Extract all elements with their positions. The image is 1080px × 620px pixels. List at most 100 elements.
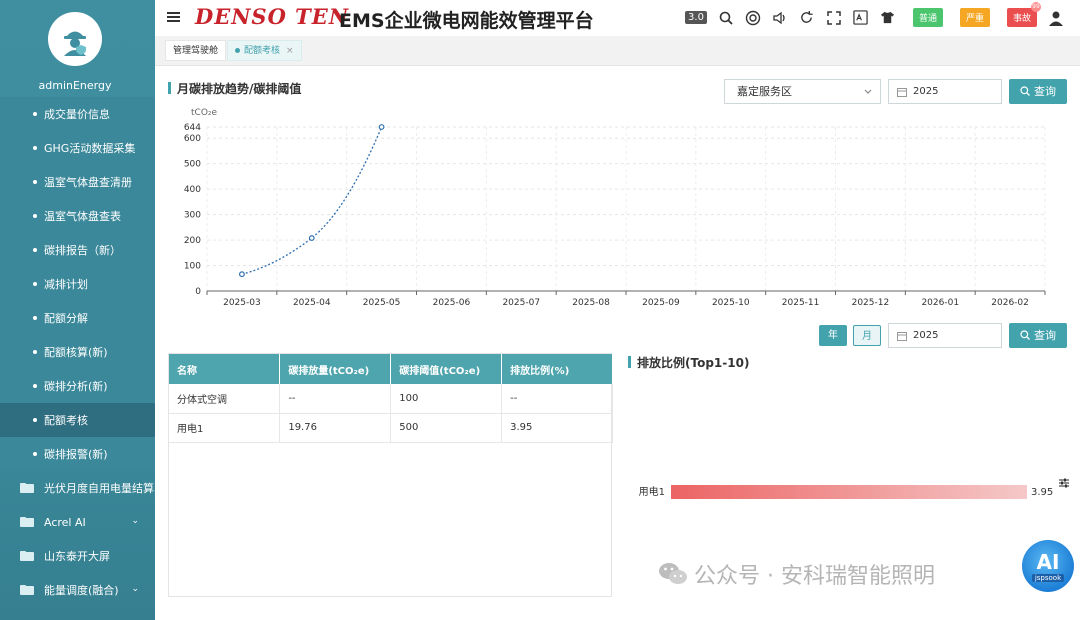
- table-row[interactable]: 分体式空调 -- 100 --: [169, 384, 613, 414]
- ratio-query-button[interactable]: 查询: [1009, 323, 1067, 348]
- tab-dashboard[interactable]: 管理驾驶舱: [165, 40, 227, 61]
- sidebar-item-carbon-alarm[interactable]: 碳排报警(新): [0, 437, 155, 471]
- alarm-accident-badge[interactable]: 事故 99: [1006, 2, 1041, 27]
- search-icon: [1020, 330, 1030, 340]
- watermark: 公众号 · 安科瑞智能照明: [658, 558, 935, 590]
- sidebar-group-label: 能量调度(融合): [44, 584, 119, 597]
- user-icon[interactable]: [1048, 10, 1064, 26]
- watermark-text: 公众号 · 安科瑞智能照明: [694, 564, 935, 589]
- alarm-accident-label: 事故: [1012, 14, 1031, 24]
- table-cell: 500: [390, 413, 503, 443]
- tab-quota-assess[interactable]: 配额考核 ×: [227, 40, 302, 61]
- y-tick-label: 0: [195, 287, 201, 297]
- data-point: [378, 124, 385, 130]
- bullet-icon: [33, 248, 37, 252]
- x-tick-label: 2025-05: [363, 298, 401, 308]
- sidebar-item-carbon-report[interactable]: 碳排报告（新）: [0, 233, 155, 267]
- worker-avatar-icon: [64, 31, 86, 56]
- sidebar-item-ghg-inventory[interactable]: 温室气体盘查清册: [0, 165, 155, 199]
- ratio-query-label: 查询: [1034, 329, 1056, 342]
- table-cell: 19.76: [279, 413, 392, 443]
- avatar[interactable]: [48, 12, 102, 66]
- help-lifebuoy-icon[interactable]: [745, 10, 761, 26]
- sidebar-item-ghg-table[interactable]: 温室气体盘查表: [0, 199, 155, 233]
- folder-icon: [20, 517, 34, 527]
- sidebar-item-label: 减排计划: [44, 278, 88, 291]
- ai-logo-text: AI: [1036, 550, 1060, 574]
- bullet-icon: [33, 316, 37, 320]
- y-tick-label: 300: [184, 211, 201, 221]
- sidebar-item-label: 碳排报告（新）: [44, 244, 121, 257]
- menu-toggle-icon[interactable]: [167, 11, 180, 23]
- sidebar-item-ghg-collect[interactable]: GHG活动数据采集: [0, 131, 155, 165]
- table-cell: 分体式空调: [169, 384, 281, 414]
- y-tick-label: 400: [184, 185, 201, 195]
- sidebar-group-label: 光伏月度自用电量结算单: [44, 482, 155, 495]
- sidebar-item-label: 配额考核: [44, 414, 88, 427]
- sidebar-group-acrel-ai[interactable]: Acrel AI ⌄: [0, 505, 155, 539]
- folder-icon: [20, 551, 34, 561]
- theme-shirt-icon[interactable]: [880, 10, 896, 26]
- column-header-threshold: 碳排阈值(tCO₂e): [390, 354, 503, 384]
- ai-assistant-logo[interactable]: AI jspsook: [1022, 540, 1074, 592]
- sidebar: adminEnergy 成交量价信息 GHG活动数据采集 温室气体盘查清册 温室…: [0, 0, 155, 620]
- table-cell: 用电1: [169, 413, 281, 443]
- sidebar-item-label: 温室气体盘查表: [44, 210, 121, 223]
- table-cell: --: [501, 384, 613, 414]
- sidebar-menu: 成交量价信息 GHG活动数据采集 温室气体盘查清册 温室气体盘查表 碳排报告（新…: [0, 97, 155, 607]
- app-title: EMS企业微电网能效管理平台: [339, 10, 594, 32]
- bar-category-label: 用电1: [639, 485, 665, 498]
- sidebar-item-label: 配额分解: [44, 312, 88, 325]
- sidebar-item-quota-assess[interactable]: 配额考核: [0, 403, 155, 437]
- alarm-serious-badge[interactable]: 严重: [959, 8, 990, 27]
- x-tick-label: 2025-11: [782, 298, 820, 308]
- month-toggle-button[interactable]: 月: [853, 325, 881, 346]
- ratio-year-picker[interactable]: 2025: [888, 323, 1002, 348]
- speaker-icon[interactable]: [772, 10, 788, 26]
- trend-year-picker[interactable]: 2025: [888, 79, 1002, 104]
- chevron-down-icon: ⌄: [131, 584, 139, 594]
- language-icon[interactable]: [853, 10, 869, 26]
- year-toggle-button[interactable]: 年: [819, 325, 847, 346]
- sidebar-group-label: Acrel AI: [44, 515, 86, 529]
- sidebar-item-quota-split[interactable]: 配额分解: [0, 301, 155, 335]
- sidebar-item-reduction-plan[interactable]: 减排计划: [0, 267, 155, 301]
- trend-year-value: 2025: [913, 86, 939, 97]
- ratio-section-title: 排放比例(Top1-10): [628, 354, 749, 371]
- data-point: [308, 235, 315, 241]
- sidebar-item-label: GHG活动数据采集: [44, 142, 136, 155]
- sidebar-group-energy-dispatch[interactable]: 能量调度(融合) ⌄: [0, 573, 155, 607]
- refresh-icon[interactable]: [799, 10, 815, 26]
- bullet-icon: [33, 112, 37, 116]
- bullet-icon: [33, 384, 37, 388]
- search-icon[interactable]: [718, 10, 734, 26]
- sidebar-item-quota-calc[interactable]: 配额核算(新): [0, 335, 155, 369]
- sidebar-item-carbon-analysis[interactable]: 碳排分析(新): [0, 369, 155, 403]
- ai-logo-subtext: jspsook: [1031, 574, 1065, 582]
- table-header-row: 名称 碳排放量(tCO₂e) 碳排阈值(tCO₂e) 排放比例(%): [169, 354, 613, 384]
- area-select[interactable]: 嘉定服务区: [724, 79, 881, 104]
- trend-section-title: 月碳排放趋势/碳排阈值: [168, 80, 301, 97]
- alarm-normal-badge[interactable]: 普通: [912, 8, 943, 27]
- y-tick-label: 500: [184, 160, 201, 170]
- y-tick-label: 600: [184, 134, 201, 144]
- sidebar-group-label: 山东泰开大屏: [44, 550, 110, 563]
- bullet-icon: [33, 180, 37, 184]
- x-tick-label: 2025-03: [223, 298, 261, 308]
- sidebar-group-shandong-screen[interactable]: 山东泰开大屏: [0, 539, 155, 573]
- version-badge[interactable]: 3.0: [685, 11, 707, 24]
- x-tick-label: 2025-09: [642, 298, 680, 308]
- y-tick-label: 200: [184, 236, 201, 246]
- close-icon[interactable]: ×: [286, 46, 294, 56]
- trend-query-button[interactable]: 查询: [1009, 79, 1067, 104]
- tune-settings-icon[interactable]: [1058, 477, 1070, 489]
- sidebar-item-trade-price[interactable]: 成交量价信息: [0, 97, 155, 131]
- bullet-icon: [33, 146, 37, 150]
- table-cell: 100: [390, 384, 503, 414]
- table-row[interactable]: 用电1 19.76 500 3.95: [169, 413, 613, 443]
- bullet-icon: [33, 350, 37, 354]
- bullet-icon: [33, 418, 37, 422]
- fullscreen-icon[interactable]: [826, 10, 842, 26]
- y-axis-label: tCO₂e: [191, 108, 218, 118]
- sidebar-group-pv-settlement[interactable]: 光伏月度自用电量结算单: [0, 471, 155, 505]
